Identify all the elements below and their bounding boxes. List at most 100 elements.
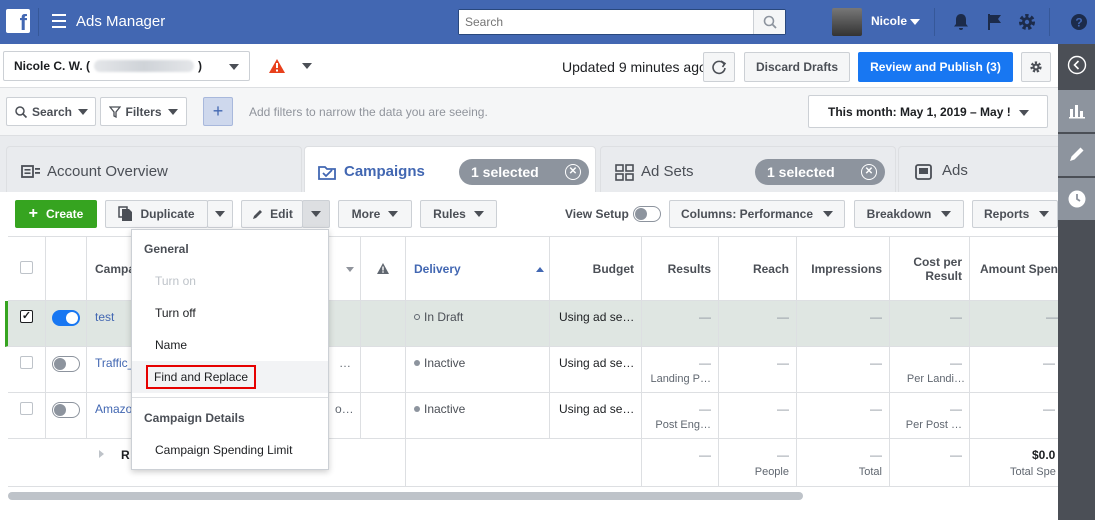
header-warnings[interactable]	[361, 237, 406, 301]
row-checkbox-checked[interactable]: ✓	[20, 310, 33, 323]
menu-item-turn-off[interactable]: Turn off	[132, 297, 328, 329]
selection-pill[interactable]: 1 selected ✕	[755, 159, 885, 185]
header-label: Results	[667, 261, 711, 276]
reach-value: —	[777, 310, 789, 324]
pencil-icon	[253, 209, 263, 219]
tab-ad-sets[interactable]: Ad Sets 1 selected ✕	[600, 146, 896, 192]
chevron-down-icon[interactable]	[302, 63, 312, 69]
select-all-checkbox[interactable]	[20, 261, 33, 274]
notifications-bell-icon[interactable]	[951, 12, 971, 32]
top-navigation-bar: f Ads Manager Nicole ?	[0, 0, 1095, 44]
funnel-icon	[109, 105, 122, 118]
truncated-text: …	[339, 356, 351, 370]
tab-campaigns[interactable]: Campaigns 1 selected ✕	[304, 146, 596, 192]
header-budget[interactable]: Budget	[550, 237, 642, 301]
account-id-redacted	[94, 60, 195, 72]
date-range-picker[interactable]: This month: May 1, 2019 – May !	[808, 95, 1048, 128]
search-button[interactable]	[753, 10, 785, 34]
clock-icon	[1068, 190, 1086, 208]
tab-account-overview[interactable]: Account Overview	[6, 146, 302, 192]
campaign-name-link[interactable]: test	[95, 310, 114, 324]
tab-ads[interactable]: Ads	[898, 146, 1066, 192]
svg-text:?: ?	[1075, 16, 1082, 30]
settings-button[interactable]	[1021, 52, 1051, 82]
search-box[interactable]	[458, 9, 786, 35]
create-label: Create	[45, 207, 84, 221]
refresh-icon	[712, 60, 727, 75]
reports-button[interactable]: Reports	[972, 200, 1058, 228]
chevron-down-icon[interactable]	[910, 19, 920, 25]
more-label: More	[351, 207, 381, 221]
header-toggle-cell	[46, 237, 87, 301]
expand-chevron-icon[interactable]	[99, 450, 104, 458]
duplicate-dropdown[interactable]	[207, 200, 233, 228]
columns-button[interactable]: Columns: Performance	[669, 200, 845, 228]
flag-icon[interactable]	[985, 12, 1005, 32]
header-reach[interactable]: Reach	[719, 237, 797, 301]
plus-icon: +	[28, 205, 38, 222]
search-input[interactable]	[459, 10, 749, 34]
amount-value: —	[1043, 402, 1055, 416]
account-selector[interactable]: Nicole C. W. ( )	[3, 51, 250, 81]
warning-icon[interactable]	[268, 58, 286, 74]
rules-button[interactable]: Rules	[420, 200, 497, 228]
horizontal-scrollbar[interactable]	[8, 492, 803, 500]
edit-dropdown-menu: General Turn on Turn off Name Find and R…	[131, 229, 329, 470]
selection-pill[interactable]: 1 selected ✕	[459, 159, 589, 185]
refresh-button[interactable]	[703, 52, 735, 82]
help-icon[interactable]: ?	[1069, 12, 1089, 32]
header-results[interactable]: Results	[642, 237, 719, 301]
header-cost-per-result[interactable]: Cost per Result	[890, 237, 970, 301]
results-value: —	[699, 310, 711, 324]
header-select-cell	[8, 237, 46, 301]
results-value: —	[699, 356, 711, 370]
header-delivery[interactable]: Delivery	[406, 237, 550, 301]
charts-panel-button[interactable]	[1058, 90, 1095, 132]
edit-dropdown[interactable]	[302, 200, 330, 228]
clear-selection-icon[interactable]: ✕	[861, 164, 877, 180]
chevron-down-icon	[1019, 110, 1029, 116]
impressions-value: —	[870, 356, 882, 370]
summary-cost: —	[950, 448, 962, 462]
filter-hint: Add filters to narrow the data you are s…	[249, 105, 488, 119]
menu-item-name[interactable]: Name	[132, 329, 328, 361]
search-filter-button[interactable]: Search	[6, 97, 96, 126]
app-title: Ads Manager	[76, 13, 166, 30]
discard-drafts-button[interactable]: Discard Drafts	[744, 52, 850, 82]
campaign-on-off-toggle[interactable]	[52, 402, 80, 418]
campaign-name-link[interactable]: Amazo	[95, 402, 132, 416]
menu-icon[interactable]	[52, 14, 66, 32]
row-checkbox[interactable]	[20, 402, 33, 415]
history-panel-button[interactable]	[1058, 178, 1095, 220]
clear-selection-icon[interactable]: ✕	[565, 164, 581, 180]
row-checkbox[interactable]	[20, 356, 33, 369]
facebook-logo-icon[interactable]: f	[6, 9, 30, 35]
gear-icon[interactable]	[1017, 12, 1037, 32]
header-impressions[interactable]: Impressions	[797, 237, 890, 301]
menu-item-find-and-replace[interactable]: Find and Replace	[132, 361, 328, 393]
create-button[interactable]: + Create	[15, 200, 97, 228]
edit-button[interactable]: Edit	[241, 200, 303, 228]
collapse-rail-button[interactable]	[1058, 46, 1095, 86]
campaign-on-off-toggle[interactable]	[52, 310, 80, 326]
summary-results: —	[699, 448, 711, 462]
duplicate-button[interactable]: Duplicate	[105, 200, 208, 228]
avatar[interactable]	[832, 8, 862, 36]
cost-value: —	[950, 310, 962, 324]
campaign-name-link[interactable]: Traffic_	[95, 356, 134, 370]
campaign-on-off-toggle[interactable]	[52, 356, 80, 372]
review-and-publish-button[interactable]: Review and Publish (3)	[858, 52, 1013, 82]
add-filter-button[interactable]: +	[203, 97, 233, 126]
cost-value: —	[950, 356, 962, 370]
more-button[interactable]: More	[338, 200, 412, 228]
sort-chevron-icon[interactable]	[346, 267, 354, 272]
view-setup-toggle[interactable]	[633, 206, 661, 222]
header-label: Delivery	[414, 261, 461, 276]
breakdown-button[interactable]: Breakdown	[854, 200, 964, 228]
edit-panel-button[interactable]	[1058, 134, 1095, 176]
account-name: Nicole C. W. (	[14, 59, 91, 73]
filters-button[interactable]: Filters	[100, 97, 187, 126]
user-name[interactable]: Nicole	[871, 14, 907, 28]
header-amount-spent[interactable]: Amount Spen	[970, 237, 1058, 301]
menu-item-campaign-spending-limit[interactable]: Campaign Spending Limit	[132, 434, 328, 466]
